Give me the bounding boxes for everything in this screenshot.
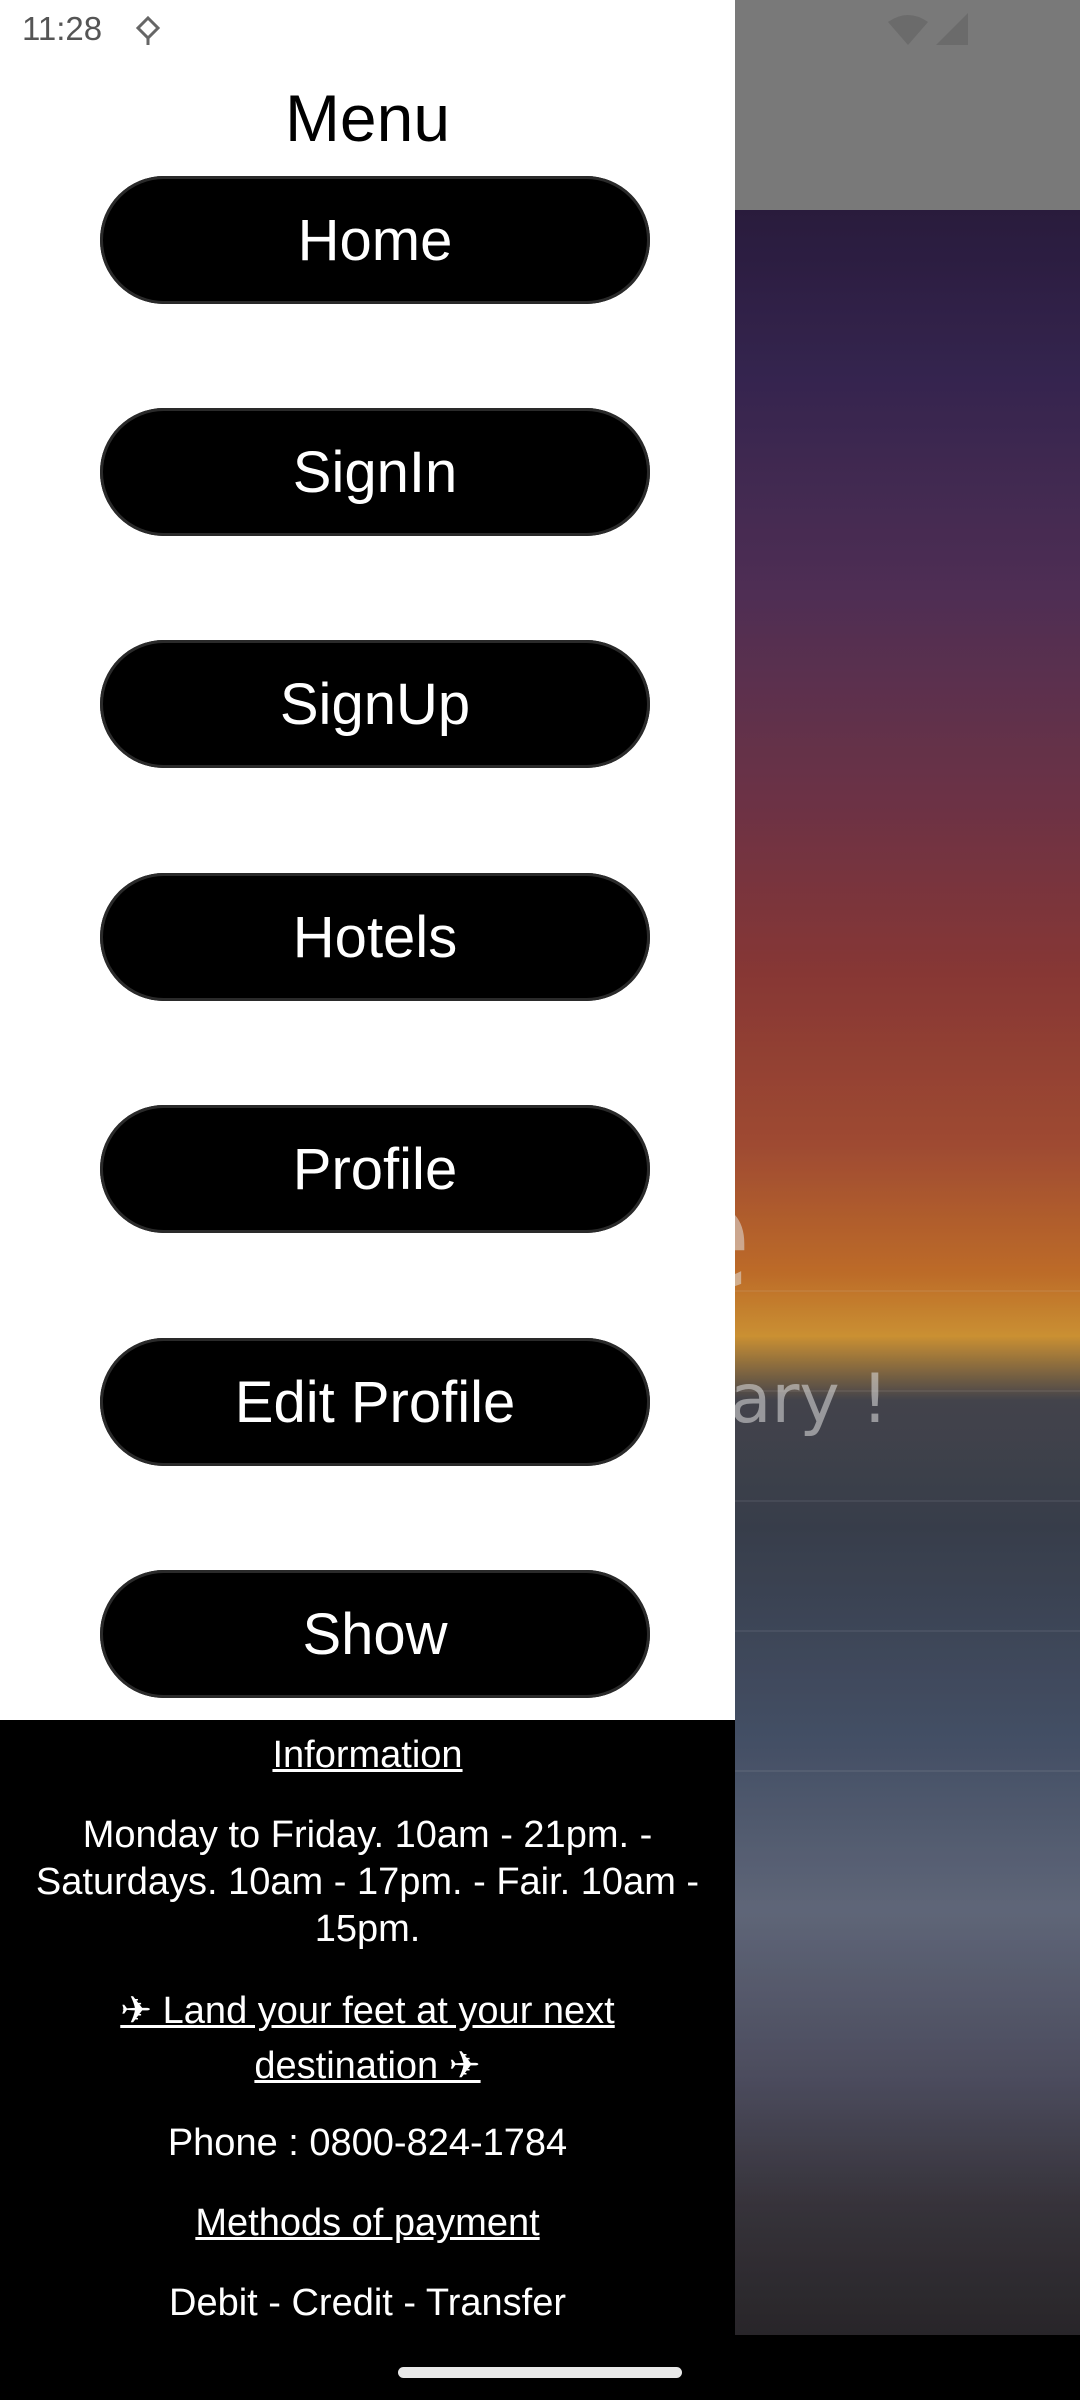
menu-signup-button[interactable]: SignUp [100, 640, 650, 768]
menu-profile-button[interactable]: Profile [100, 1105, 650, 1233]
notification-icon [135, 15, 161, 45]
information-link[interactable]: Information [0, 1734, 735, 1777]
menu-hotels-button[interactable]: Hotels [100, 873, 650, 1001]
navigation-bar [0, 2335, 1080, 2400]
menu-signin-button[interactable]: SignIn [100, 408, 650, 536]
navigation-drawer: Menu Home SignIn SignUp Hotels Profile E… [0, 0, 735, 2335]
menu-home-button[interactable]: Home [100, 176, 650, 304]
payment-methods-link[interactable]: Methods of payment [0, 2202, 735, 2245]
menu-edit-profile-button[interactable]: Edit Profile [100, 1338, 650, 1466]
opening-hours-text: Monday to Friday. 10am - 21pm. - Saturda… [35, 1814, 700, 1950]
menu-title: Menu [284, 81, 451, 155]
menu-show-button[interactable]: Show [100, 1570, 650, 1698]
payment-methods-text: Debit - Credit - Transfer [169, 2282, 566, 2324]
tagline-link[interactable]: ✈ Land your feet at your next destinatio… [80, 1984, 655, 2094]
drawer-footer: Information Monday to Friday. 10am - 21p… [0, 1720, 735, 2335]
screen: e erary ! 11:28 Menu Home SignIn SignUp … [0, 0, 1080, 2400]
signal-icon [936, 13, 968, 45]
phone-text: Phone : 0800-824-1784 [167, 2122, 568, 2164]
status-time: 11:28 [22, 10, 103, 47]
home-gesture-handle[interactable] [398, 2367, 682, 2378]
wifi-icon [888, 15, 928, 45]
